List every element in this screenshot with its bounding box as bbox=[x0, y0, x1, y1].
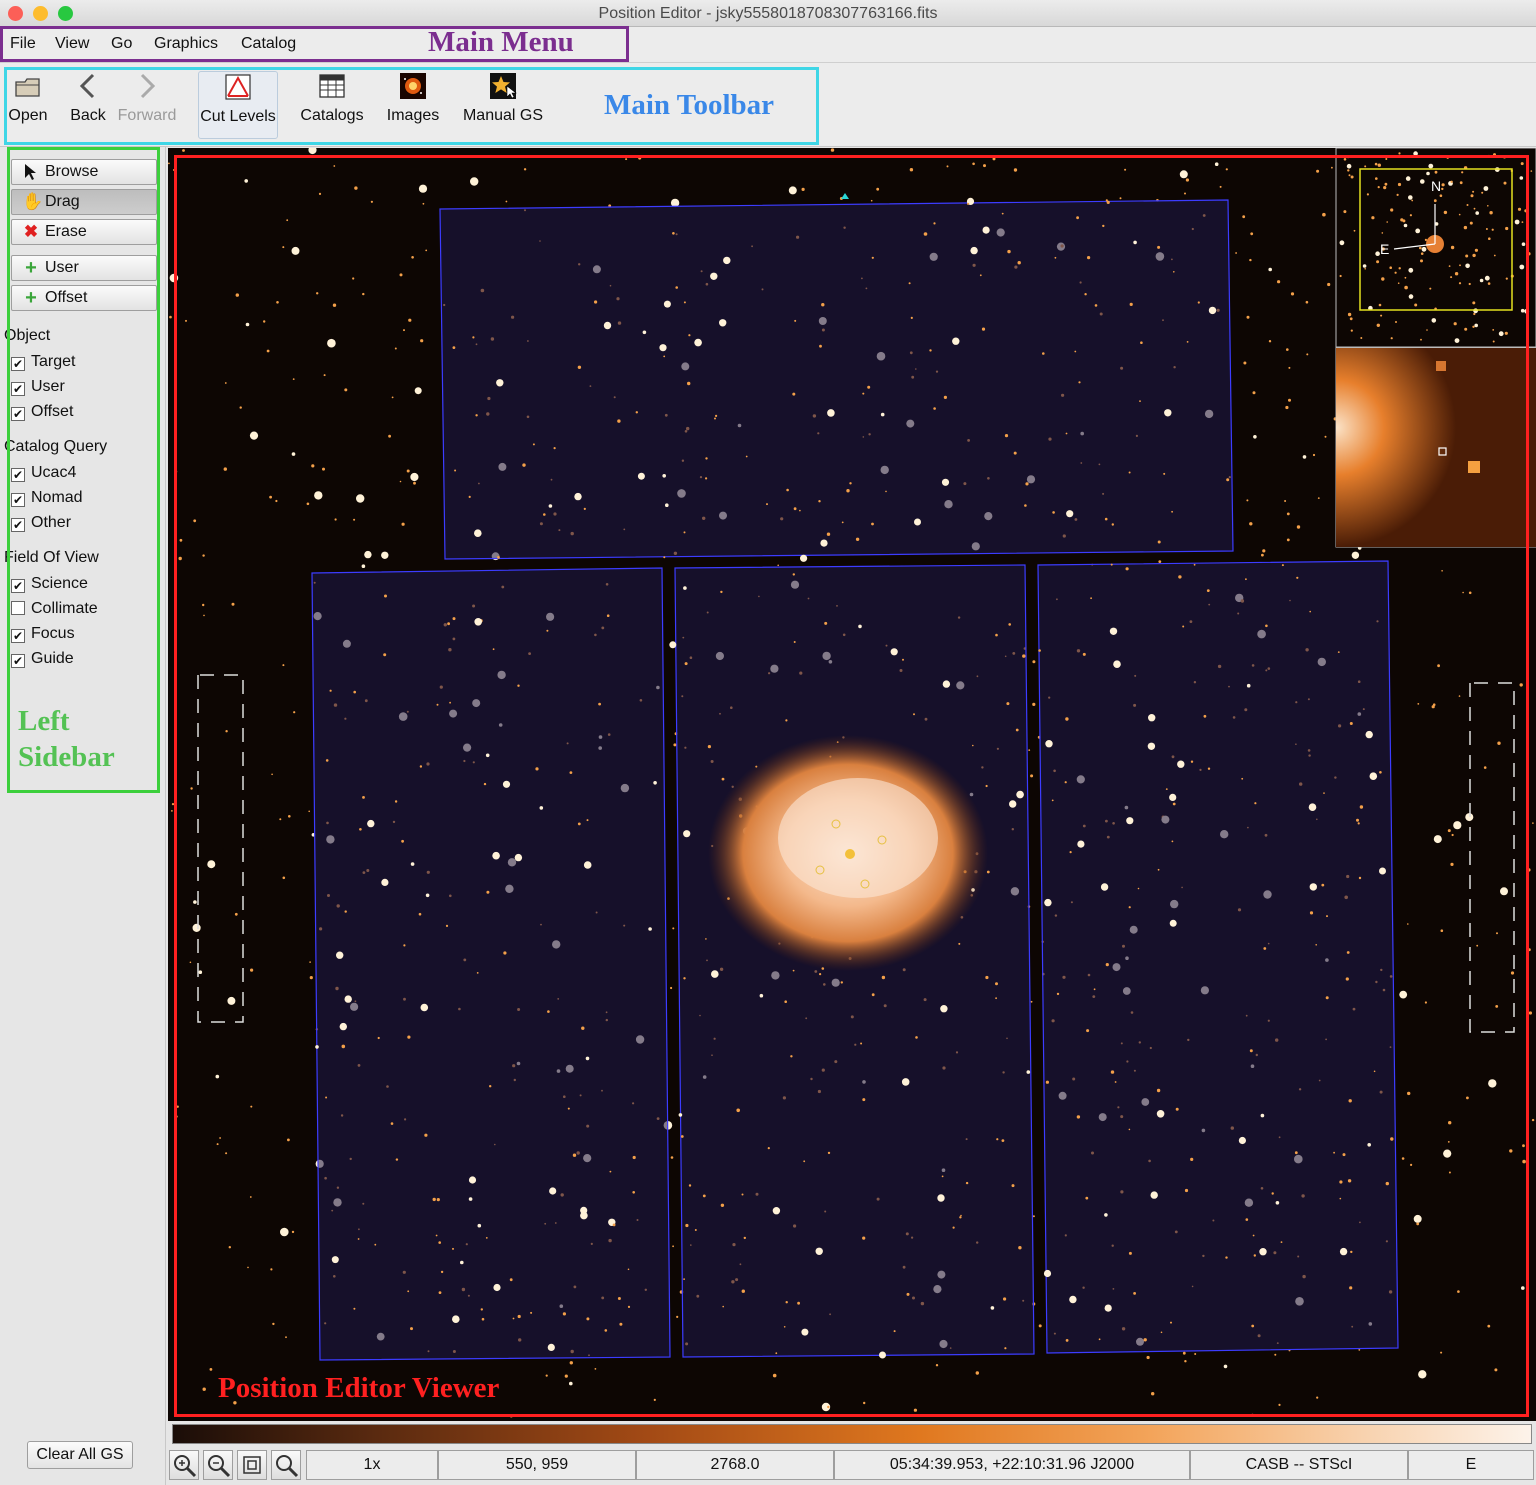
zoom-reset-icon[interactable] bbox=[271, 1450, 301, 1480]
left-sidebar-annotation-label-2: Sidebar bbox=[18, 741, 115, 773]
star bbox=[1531, 1118, 1535, 1122]
close-window-button[interactable] bbox=[8, 6, 23, 21]
main-toolbar-annotation-label: Main Toolbar bbox=[604, 89, 775, 121]
zoom-window-button[interactable] bbox=[58, 6, 73, 21]
window-title: Position Editor - jsky555801870830776316… bbox=[598, 5, 938, 22]
left-sidebar-annotation-box bbox=[7, 147, 160, 793]
star bbox=[171, 810, 173, 812]
colormap-bar[interactable] bbox=[172, 1424, 1532, 1444]
image-source-field: CASB -- STScI bbox=[1190, 1450, 1408, 1480]
pixel-value-field: 2768.0 bbox=[636, 1450, 834, 1480]
minimize-window-button[interactable] bbox=[33, 6, 48, 21]
main-menu-annotation-label: Main Menu bbox=[428, 26, 574, 58]
star bbox=[182, 149, 185, 152]
left-sidebar-annotation-label-1: Left bbox=[18, 705, 70, 737]
window-titlebar: Position Editor - jsky555801870830776316… bbox=[0, 0, 1536, 27]
zoom-level-field: 1x bbox=[306, 1450, 438, 1480]
star bbox=[1532, 822, 1534, 824]
orientation-field: E bbox=[1408, 1450, 1534, 1480]
zoom-in-icon[interactable] bbox=[169, 1450, 199, 1480]
star bbox=[168, 162, 170, 165]
star bbox=[1528, 1011, 1532, 1015]
clear-all-gs-button[interactable]: Clear All GS bbox=[27, 1441, 133, 1469]
status-bar: 1x 550, 959 2768.0 05:34:39.953, +22:10:… bbox=[168, 1447, 1536, 1485]
zoom-fit-icon[interactable] bbox=[237, 1450, 267, 1480]
zoom-out-icon[interactable] bbox=[203, 1450, 233, 1480]
star bbox=[830, 148, 835, 152]
star bbox=[169, 315, 172, 319]
world-coords-field: 05:34:39.953, +22:10:31.96 J2000 bbox=[834, 1450, 1190, 1480]
viewer-annotation-label: Position Editor Viewer bbox=[218, 1372, 500, 1404]
star bbox=[1530, 170, 1533, 172]
pixel-coords-field: 550, 959 bbox=[438, 1450, 636, 1480]
viewer-annotation-box bbox=[174, 155, 1529, 1417]
